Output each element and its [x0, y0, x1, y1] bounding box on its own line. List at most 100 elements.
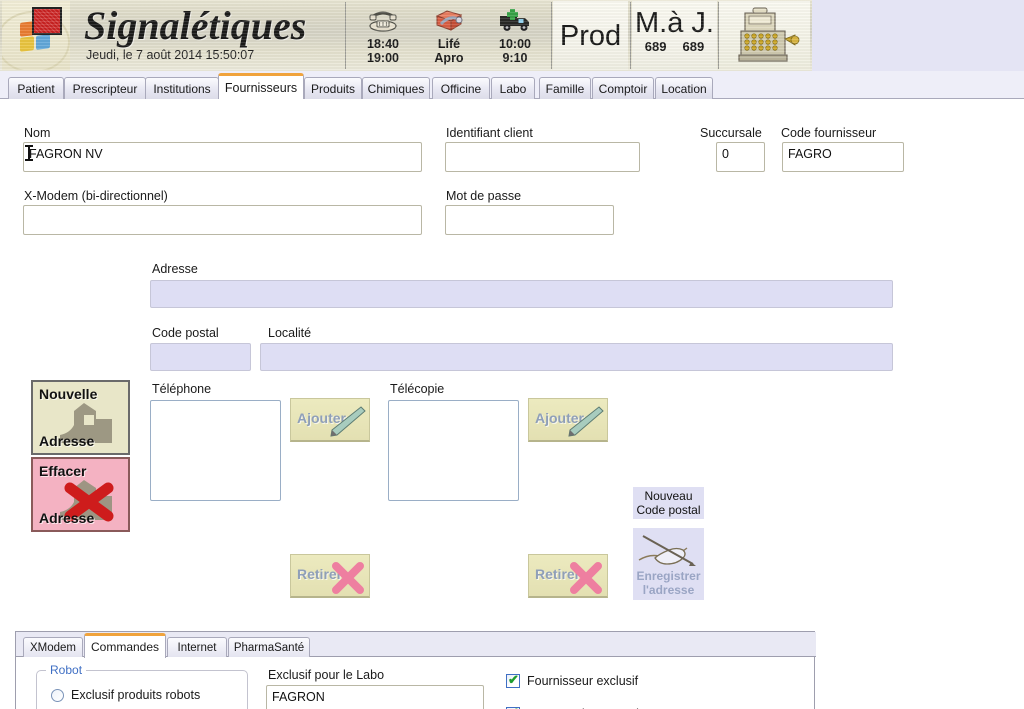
main-content: Nom FAGRON NV Identifiant client Succurs…: [0, 99, 1024, 709]
effacer-adresse-button[interactable]: Effacer Adresse: [31, 457, 130, 532]
enregistrer-adresse-button[interactable]: Enregistrer l'adresse: [633, 528, 704, 600]
tab-patient[interactable]: Patient: [8, 77, 64, 99]
header-cell-prod[interactable]: Prod: [553, 1, 628, 70]
label-nom: Nom: [24, 126, 51, 140]
header-maj-num-left: 689: [644, 39, 667, 54]
header-cell-telephone[interactable]: 18:40 19:00: [350, 1, 416, 70]
tab-officine[interactable]: Officine: [432, 77, 490, 99]
header-cell-life-apro[interactable]: Lifé Apro: [416, 1, 482, 70]
tab-famille[interactable]: Famille: [539, 77, 591, 99]
tab-chimiques[interactable]: Chimiques: [362, 77, 430, 99]
xmodem-input[interactable]: [23, 205, 422, 235]
nouvelle-adresse-label-top: Nouvelle: [39, 386, 98, 402]
header-cell-line1: 18:40: [367, 37, 399, 51]
header-cell-cash-register[interactable]: [719, 1, 810, 70]
panel-tabstrip: XModem Commandes Internet PharmaSanté: [16, 632, 816, 658]
tab-labo[interactable]: Labo: [491, 77, 535, 99]
radio-indicator: [51, 688, 64, 702]
tab-comptoir[interactable]: Comptoir: [592, 77, 654, 99]
header-maj-label: M.à J.: [635, 7, 714, 39]
radio-exclusif-produits-robots[interactable]: Exclusif produits robots: [51, 688, 200, 702]
text-cursor-icon: [25, 145, 33, 161]
label-code-postal: Code postal: [152, 326, 219, 340]
enregistrer-line2: l'adresse: [642, 583, 695, 597]
header-right-filler: [812, 0, 1024, 71]
supplier-options-panel: XModem Commandes Internet PharmaSanté Ro…: [15, 631, 816, 709]
nouvelle-adresse-button[interactable]: Nouvelle Adresse: [31, 380, 130, 455]
mot-de-passe-input[interactable]: [445, 205, 614, 235]
header-divider: [345, 2, 346, 69]
main-tabstrip: Patient Prescripteur Institutions Fourni…: [0, 71, 1024, 99]
delivery-package-icon: [433, 3, 465, 37]
code-postal-input[interactable]: [150, 343, 251, 371]
label-succursale: Succursale: [700, 126, 762, 140]
panel-tab-internet[interactable]: Internet: [167, 637, 227, 657]
nouveau-cp-line1: Nouveau: [644, 489, 693, 503]
label-localite: Localité: [268, 326, 312, 340]
panel-tab-commandes[interactable]: Commandes: [84, 633, 166, 658]
checkbox-indicator: [506, 672, 520, 688]
tab-prescripteur[interactable]: Prescripteur: [64, 77, 146, 99]
logo-area: [2, 1, 70, 70]
x-cross-icon: [570, 562, 602, 594]
panel-tab-pharmasante[interactable]: PharmaSanté: [228, 637, 310, 657]
pen-icon: [330, 406, 366, 437]
delivery-truck-icon: [498, 3, 532, 37]
telecopie-ajouter-button[interactable]: Ajouter: [528, 398, 608, 442]
robot-group-title: Robot: [46, 663, 87, 677]
label-identifiant-client: Identifiant client: [446, 126, 533, 140]
header-divider: [630, 2, 631, 69]
header-band: Signalétiques Jeudi, le 7 août 2014 15:5…: [0, 0, 812, 71]
nouveau-cp-line2: Code postal: [636, 503, 701, 517]
header-cell-line1: Lifé: [437, 37, 461, 51]
header-cell-line2: Apro: [434, 51, 464, 65]
label-xmodem: X-Modem (bi-directionnel): [24, 189, 168, 203]
cash-register-icon: [729, 5, 801, 67]
red-square-icon: [32, 7, 62, 35]
pen-icon: [568, 406, 604, 437]
effacer-adresse-label-bottom: Adresse: [39, 510, 95, 526]
header-divider: [551, 2, 552, 69]
telephone-icon: [368, 3, 398, 37]
code-fournisseur-input[interactable]: FAGRO: [782, 142, 904, 172]
header-cell-line2: 9:10: [502, 51, 528, 65]
app-header: Signalétiques Jeudi, le 7 août 2014 15:5…: [0, 0, 1024, 71]
label-telephone: Téléphone: [152, 382, 212, 396]
telecopie-list[interactable]: [388, 400, 519, 501]
enregistrer-line1: Enregistrer: [636, 569, 701, 583]
tab-produits[interactable]: Produits: [304, 77, 362, 99]
nouvelle-adresse-label-bottom: Adresse: [39, 433, 95, 449]
header-cell-line1: 10:00: [499, 37, 531, 51]
exclusif-labo-input[interactable]: FAGRON: [266, 685, 484, 709]
nom-input[interactable]: FAGRON NV: [23, 142, 422, 172]
panel-tab-xmodem[interactable]: XModem: [23, 637, 83, 657]
tab-location[interactable]: Location: [655, 77, 713, 99]
label-telecopie: Télécopie: [390, 382, 445, 396]
telephone-retirer-button[interactable]: Retirer: [290, 554, 370, 598]
checkbox-fournisseur-exclusif[interactable]: Fournisseur exclusif: [506, 672, 639, 688]
succursale-input[interactable]: 0: [716, 142, 765, 172]
tab-fournisseurs[interactable]: Fournisseurs: [218, 73, 304, 99]
telephone-ajouter-button[interactable]: Ajouter: [290, 398, 370, 442]
adresse-input[interactable]: [150, 280, 893, 308]
tab-institutions[interactable]: Institutions: [145, 77, 219, 99]
nouveau-code-postal-button[interactable]: Nouveau Code postal: [633, 487, 704, 519]
page-title: Signalétiques: [84, 3, 307, 48]
header-maj-num-right: 689: [682, 39, 705, 54]
header-cell-maj[interactable]: M.à J. 689 689: [632, 1, 717, 70]
x-cross-icon: [332, 562, 364, 594]
effacer-adresse-label-top: Effacer: [39, 463, 87, 479]
telephone-list[interactable]: [150, 400, 281, 501]
label-adresse: Adresse: [152, 262, 198, 276]
header-prod-label: Prod: [559, 19, 622, 52]
header-cell-line2: 19:00: [367, 51, 399, 65]
label-mot-de-passe: Mot de passe: [446, 189, 522, 203]
localite-input[interactable]: [260, 343, 893, 371]
identifiant-client-input[interactable]: [445, 142, 640, 172]
telecopie-retirer-button[interactable]: Retirer: [528, 554, 608, 598]
application-window: Signalétiques Jeudi, le 7 août 2014 15:5…: [0, 0, 1024, 709]
label-code-fournisseur: Code fournisseur: [781, 126, 877, 140]
checkbox-label: Fournisseur exclusif: [527, 674, 639, 688]
radio-label: Exclusif produits robots: [71, 688, 201, 702]
header-cell-truck[interactable]: 10:00 9:10: [482, 1, 548, 70]
